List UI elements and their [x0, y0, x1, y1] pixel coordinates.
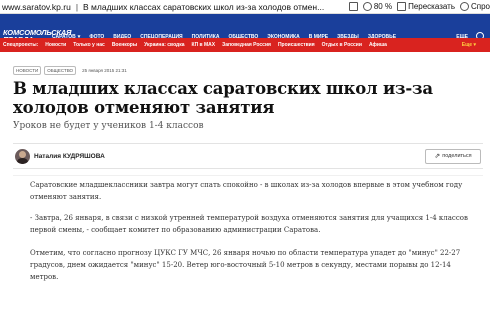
- tab-title[interactable]: В младших классах саратовских школ из-за…: [83, 2, 324, 12]
- translate-label: Пересказать: [408, 2, 455, 11]
- tag-society[interactable]: Общество: [44, 66, 77, 75]
- nav2-label-special: Спецпроекты:: [3, 42, 39, 48]
- browser-toolbar: www.saratov.kp.ru | В младших классах са…: [0, 0, 490, 14]
- publish-date: 25 января 2015 21:31: [82, 68, 127, 73]
- nav2-item-afisha[interactable]: Афиша: [369, 42, 387, 48]
- nav2-item-travel[interactable]: Отдых в России: [322, 42, 362, 48]
- zoom-level: 80 %: [373, 2, 393, 11]
- separator: |: [75, 1, 79, 12]
- browser-tools: 80 % Пересказать Спро: [348, 2, 490, 11]
- translate-button[interactable]: Пересказать: [397, 2, 455, 11]
- nav2-item-incidents[interactable]: Происшествия: [278, 42, 315, 48]
- nav2-item-ukraine[interactable]: Украина: сводка: [144, 42, 184, 48]
- article-meta: Новости Общество 25 января 2015 21:31: [13, 66, 127, 75]
- ask-button[interactable]: Спро: [459, 2, 490, 11]
- bookmark-icon: [348, 2, 358, 11]
- secondary-nav: Спецпроекты: Новости Только у нас Военко…: [0, 38, 490, 52]
- share-button[interactable]: ⇗ поделиться: [425, 148, 481, 164]
- article-headline: В младших классах саратовских школ из-за…: [13, 79, 433, 117]
- nav2-more[interactable]: Еще: [462, 42, 476, 48]
- divider: [13, 175, 483, 176]
- nav2-item-reserve[interactable]: Заповедная Россия: [222, 42, 271, 48]
- paragraph: Саратовские младшеклассники завтра могут…: [30, 181, 463, 201]
- article-subtitle: Уроков не будет у учеников 1-4 классов: [13, 121, 204, 131]
- nav2-item-war-correspondents[interactable]: Военкоры: [112, 42, 137, 48]
- nav2-item-exclusive[interactable]: Только у нас: [73, 42, 105, 48]
- article-body: Саратовские младшеклассники завтра могут…: [30, 180, 475, 295]
- ask-icon: [459, 2, 469, 11]
- bookmark-button[interactable]: [348, 2, 358, 11]
- author-name[interactable]: Наталия КУДРЯШОВА: [34, 153, 105, 160]
- share-icon: ⇗: [434, 153, 441, 160]
- paragraph: Отметим, что согласно прогнозу ЦУКС ГУ М…: [30, 249, 461, 281]
- nav2-item-news[interactable]: Новости: [45, 42, 66, 48]
- paragraph: - Завтра, 26 января, в связи с низкой ут…: [30, 214, 468, 234]
- nav2-item-kp-max[interactable]: КП в МАХ: [192, 42, 216, 48]
- address-bar[interactable]: www.saratov.kp.ru: [2, 2, 71, 12]
- ask-label: Спро: [470, 2, 490, 11]
- author-row: Наталия КУДРЯШОВА ⇗ поделиться: [13, 143, 483, 169]
- share-label: поделиться: [442, 153, 472, 159]
- zoom-button[interactable]: 80 %: [362, 2, 393, 11]
- zoom-icon: [362, 2, 372, 11]
- author-avatar[interactable]: [15, 148, 30, 164]
- translate-icon: [397, 2, 407, 11]
- tag-news[interactable]: Новости: [13, 66, 42, 75]
